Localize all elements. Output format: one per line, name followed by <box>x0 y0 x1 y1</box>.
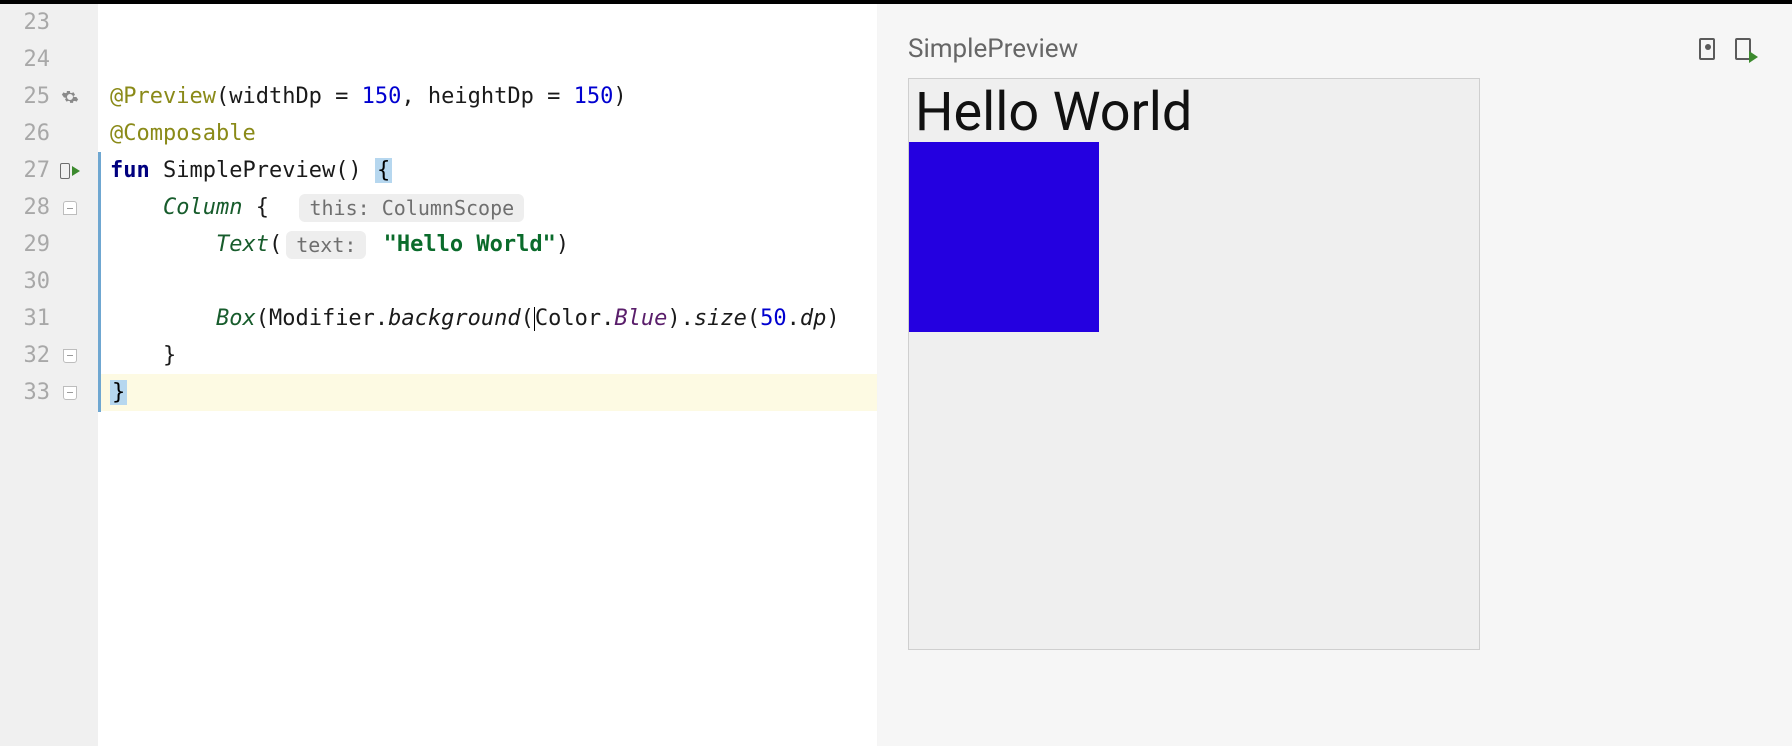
editor-gutter: 23 24 25 26 27 28 29 <box>0 4 98 746</box>
code-line[interactable] <box>98 4 877 41</box>
code-line-current[interactable]: } <box>98 374 877 411</box>
line-number: 26 <box>8 121 50 146</box>
inlay-hint: text: <box>286 231 366 259</box>
change-marker <box>98 152 101 412</box>
gutter-line[interactable]: 32 <box>0 337 98 374</box>
code-line[interactable]: Text(text: "Hello World") <box>98 226 877 263</box>
preview-title: SimplePreview <box>908 34 1078 64</box>
gutter-line[interactable]: 28 <box>0 189 98 226</box>
gutter-line[interactable]: 29 <box>0 226 98 263</box>
code-editor[interactable]: @Preview(widthDp = 150, heightDp = 150) … <box>98 4 878 746</box>
gear-icon[interactable] <box>50 88 90 106</box>
code-line[interactable]: Box(Modifier.background(Color.Blue).size… <box>98 300 877 337</box>
line-number: 28 <box>8 195 50 220</box>
run-gutter-icon[interactable] <box>50 163 90 179</box>
code-line[interactable]: Column { this: ColumnScope <box>98 189 877 226</box>
matched-brace: { <box>375 158 392 183</box>
gutter-line[interactable]: 24 <box>0 41 98 78</box>
line-number: 23 <box>8 10 50 35</box>
gutter-line[interactable]: 27 <box>0 152 98 189</box>
code-line[interactable]: @Preview(widthDp = 150, heightDp = 150) <box>98 78 877 115</box>
line-number: 31 <box>8 306 50 331</box>
line-number: 29 <box>8 232 50 257</box>
fold-handle-icon[interactable] <box>50 349 90 363</box>
preview-actions <box>1696 37 1754 61</box>
code-line[interactable]: @Composable <box>98 115 877 152</box>
line-number: 27 <box>8 158 50 183</box>
code-line[interactable] <box>98 263 877 300</box>
line-number: 30 <box>8 269 50 294</box>
deploy-preview-icon[interactable] <box>1732 37 1754 61</box>
line-number: 33 <box>8 380 50 405</box>
code-line[interactable]: fun SimplePreview() { <box>98 152 877 189</box>
inlay-hint: this: ColumnScope <box>299 194 524 222</box>
matched-brace: } <box>110 380 127 405</box>
line-number: 32 <box>8 343 50 368</box>
preview-canvas[interactable]: Hello World <box>908 78 1480 650</box>
ide-split-view: 23 24 25 26 27 28 29 <box>0 0 1792 746</box>
code-line[interactable]: } <box>98 337 877 374</box>
fold-handle-icon[interactable] <box>50 386 90 400</box>
line-number: 25 <box>8 84 50 109</box>
fold-handle-icon[interactable] <box>50 201 90 215</box>
preview-header: SimplePreview <box>908 34 1762 64</box>
gutter-line[interactable]: 23 <box>0 4 98 41</box>
gutter-line[interactable]: 30 <box>0 263 98 300</box>
preview-text-hello: Hello World <box>909 79 1479 142</box>
compose-preview-pane: SimplePreview Hello World <box>878 4 1792 746</box>
gutter-line[interactable]: 25 <box>0 78 98 115</box>
gutter-line[interactable]: 31 <box>0 300 98 337</box>
code-line[interactable] <box>98 41 877 78</box>
gutter-line[interactable]: 26 <box>0 115 98 152</box>
line-number: 24 <box>8 47 50 72</box>
gutter-line[interactable]: 33 <box>0 374 98 411</box>
interactive-preview-icon[interactable] <box>1696 37 1718 61</box>
preview-blue-box <box>909 142 1099 332</box>
